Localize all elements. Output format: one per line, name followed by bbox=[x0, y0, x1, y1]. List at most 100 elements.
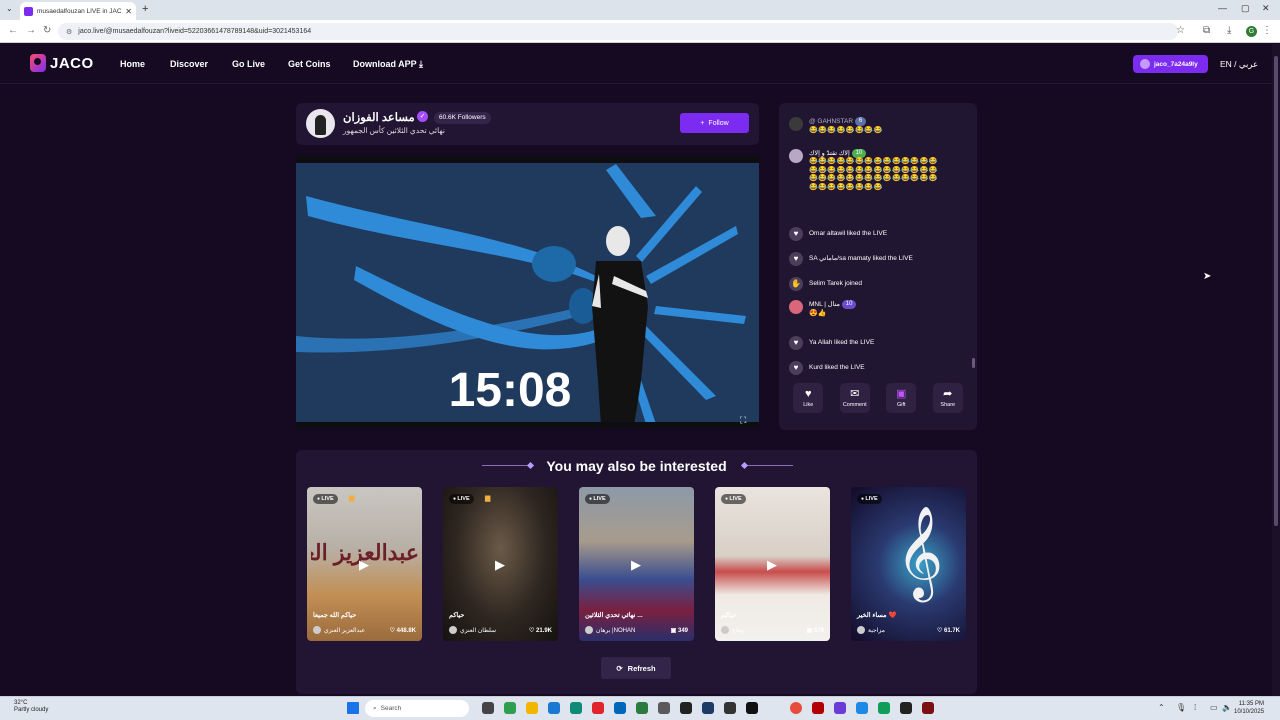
live-card[interactable]: LIVE ▶ حياكم وهاج ▣ 579 bbox=[715, 487, 830, 641]
app-icon[interactable] bbox=[636, 702, 648, 714]
card-likes: ♡ 61.7K bbox=[936, 628, 960, 634]
comment-button[interactable]: ✉ Comment bbox=[839, 383, 870, 413]
site-info-icon[interactable]: ⚙ bbox=[66, 28, 72, 36]
streamer-card: مساعد الفوزان ✓ 60.6K Followers نهائي تح… bbox=[296, 103, 759, 145]
like-button[interactable]: ♥ Like bbox=[793, 383, 824, 413]
user-account-button[interactable]: jaco_7a24a9ly bbox=[1133, 55, 1208, 73]
play-icon: ▶ bbox=[359, 557, 369, 572]
video-player[interactable]: 15:08 bbox=[296, 156, 759, 428]
extensions-icon[interactable]: ⧉ bbox=[1203, 25, 1210, 36]
verified-icon: ✓ bbox=[417, 111, 428, 122]
chrome-icon[interactable] bbox=[790, 702, 802, 714]
display-icon[interactable]: ▭ bbox=[1210, 703, 1218, 712]
chat-panel: @ GAHNSTAR 6 😂😂😂😂😂😂😂😂 إلاك تقتدّ و إلاك … bbox=[779, 103, 977, 430]
gift-button[interactable]: ▣ Gift bbox=[886, 383, 917, 413]
card-username: برهان |NOHAN bbox=[596, 627, 636, 634]
comment-label: Comment bbox=[842, 401, 867, 408]
app-icon[interactable] bbox=[746, 702, 758, 714]
follow-button[interactable]: + Follow bbox=[680, 113, 749, 133]
store-icon[interactable] bbox=[614, 702, 626, 714]
tab-search-icon[interactable]: ⌄ bbox=[6, 4, 13, 13]
app-icon[interactable] bbox=[922, 702, 934, 714]
nav-download-app[interactable]: Download APP ⤓ bbox=[353, 59, 423, 70]
app-icon[interactable] bbox=[900, 702, 912, 714]
browser-tab[interactable]: musaedalfouzan LIVE in JACO... ✕ bbox=[20, 2, 136, 20]
live-card[interactable]: 𝄞 LIVE مساء الخير ❤️ مزاجية ♡ 61.7K bbox=[851, 487, 966, 641]
refresh-button[interactable]: ⟳ Refresh bbox=[601, 657, 671, 679]
taskbar-search[interactable]: ⌕ Search bbox=[365, 700, 469, 717]
close-window-icon[interactable]: ✕ bbox=[1262, 3, 1270, 14]
weather-temp: 32°C bbox=[14, 700, 28, 706]
user-avatar bbox=[789, 149, 803, 163]
file-explorer-icon[interactable] bbox=[526, 702, 538, 714]
card-avatar bbox=[449, 626, 457, 634]
app-icon[interactable] bbox=[834, 702, 846, 714]
tray-icon[interactable]: ⁞ bbox=[1194, 703, 1196, 712]
live-badge: LIVE bbox=[721, 494, 746, 504]
weather-widget[interactable]: 32°C Partly cloudy bbox=[14, 700, 48, 714]
live-card[interactable]: عبدالعزيز العنزي LIVE ▆ ▶ حياكم الله جمي… bbox=[307, 487, 422, 641]
streamer-avatar[interactable] bbox=[306, 109, 335, 138]
app-icon[interactable] bbox=[504, 702, 516, 714]
app-icon[interactable] bbox=[812, 702, 824, 714]
nav-get-coins[interactable]: Get Coins bbox=[288, 59, 331, 69]
jaco-logo[interactable]: JACO bbox=[30, 54, 94, 72]
card-avatar bbox=[857, 626, 865, 634]
microphone-icon[interactable]: 🎙 bbox=[1176, 703, 1186, 712]
url-field[interactable]: ⚙ jaco.live/@musaedalfouzan?liveid=52203… bbox=[58, 23, 1178, 40]
card-title: حياكم الله جميعا bbox=[313, 612, 357, 619]
viewers-icon: ▣ bbox=[670, 628, 677, 634]
page-scrollbar-thumb[interactable] bbox=[1274, 56, 1278, 526]
lang-ar[interactable]: عربي bbox=[1239, 59, 1258, 69]
heart-icon: ♥ bbox=[789, 336, 803, 350]
mouse-cursor-icon: ➤ bbox=[1203, 271, 1212, 282]
language-switch[interactable]: EN / عربي bbox=[1220, 59, 1258, 70]
bookmark-star-icon[interactable]: ☆ bbox=[1176, 25, 1185, 36]
opera-icon[interactable] bbox=[592, 702, 604, 714]
app-icon[interactable] bbox=[724, 702, 736, 714]
volume-icon[interactable]: 🔈 bbox=[1222, 703, 1232, 712]
live-card[interactable]: LIVE ▆ ▶ حياكم سلطان العنزي ♡ 21.9K bbox=[443, 487, 558, 641]
share-button[interactable]: ➦ Share bbox=[932, 383, 963, 413]
minimize-icon[interactable]: — bbox=[1218, 3, 1227, 13]
new-tab-icon[interactable]: + bbox=[142, 3, 148, 15]
nav-go-live[interactable]: Go Live bbox=[232, 59, 265, 69]
card-user: مزاجية bbox=[857, 626, 885, 634]
app-icon[interactable] bbox=[680, 702, 692, 714]
card-count: 21.9K bbox=[535, 628, 552, 634]
lang-en[interactable]: EN / bbox=[1220, 59, 1237, 69]
settings-icon[interactable] bbox=[658, 702, 670, 714]
close-tab-icon[interactable]: ✕ bbox=[125, 7, 132, 16]
steam-icon[interactable] bbox=[702, 702, 714, 714]
app-icon[interactable] bbox=[548, 702, 560, 714]
chat-event: ♥ Ya Allah liked the LIVE bbox=[789, 336, 874, 350]
url-text: jaco.live/@musaedalfouzan?liveid=5220366… bbox=[78, 28, 312, 35]
chat-text: 😂😂😂😂😂😂😂😂😂😂😂😂😂😂😂😂😂😂😂😂😂😂😂😂😂😂😂😂😂😂😂😂😂😂😂😂😂😂😂😂… bbox=[809, 158, 939, 191]
fullscreen-icon[interactable]: ⛶ bbox=[740, 415, 746, 426]
downloads-icon[interactable]: ⤓ bbox=[1227, 25, 1231, 36]
title-decoration-right bbox=[745, 465, 793, 466]
chat-scrollbar[interactable] bbox=[972, 358, 975, 368]
card-count: 448.8K bbox=[396, 628, 416, 634]
edge-icon[interactable] bbox=[570, 702, 582, 714]
card-username: وهاج bbox=[732, 627, 744, 634]
play-icon: ▶ bbox=[767, 557, 777, 572]
task-view-icon[interactable] bbox=[482, 702, 494, 714]
card-user: عبدالعزيز العنزي bbox=[313, 626, 365, 634]
forward-icon[interactable]: → bbox=[26, 25, 36, 36]
reload-icon[interactable]: ↻ bbox=[43, 25, 51, 36]
taskbar-clock[interactable]: 11:35 PM 10/10/2025 bbox=[1234, 700, 1264, 716]
app-icon[interactable] bbox=[856, 702, 868, 714]
tray-chevron-icon[interactable]: ⌃ bbox=[1158, 703, 1165, 712]
nav-discover[interactable]: Discover bbox=[170, 59, 208, 69]
start-button[interactable] bbox=[347, 702, 359, 714]
chat-message: MNL | منال 10 😍👍 bbox=[789, 300, 857, 319]
back-icon[interactable]: ← bbox=[8, 25, 18, 36]
nav-home[interactable]: Home bbox=[120, 59, 145, 69]
maximize-icon[interactable]: ▢ bbox=[1241, 3, 1250, 14]
profile-avatar[interactable]: G bbox=[1246, 26, 1257, 37]
app-icon[interactable] bbox=[878, 702, 890, 714]
card-viewers: ▣ 579 bbox=[807, 627, 824, 634]
browser-menu-icon[interactable]: ⋮ bbox=[1262, 25, 1272, 36]
live-card[interactable]: LIVE ▶ نهائي تحدي الثلاثين ... برهان |NO… bbox=[579, 487, 694, 641]
